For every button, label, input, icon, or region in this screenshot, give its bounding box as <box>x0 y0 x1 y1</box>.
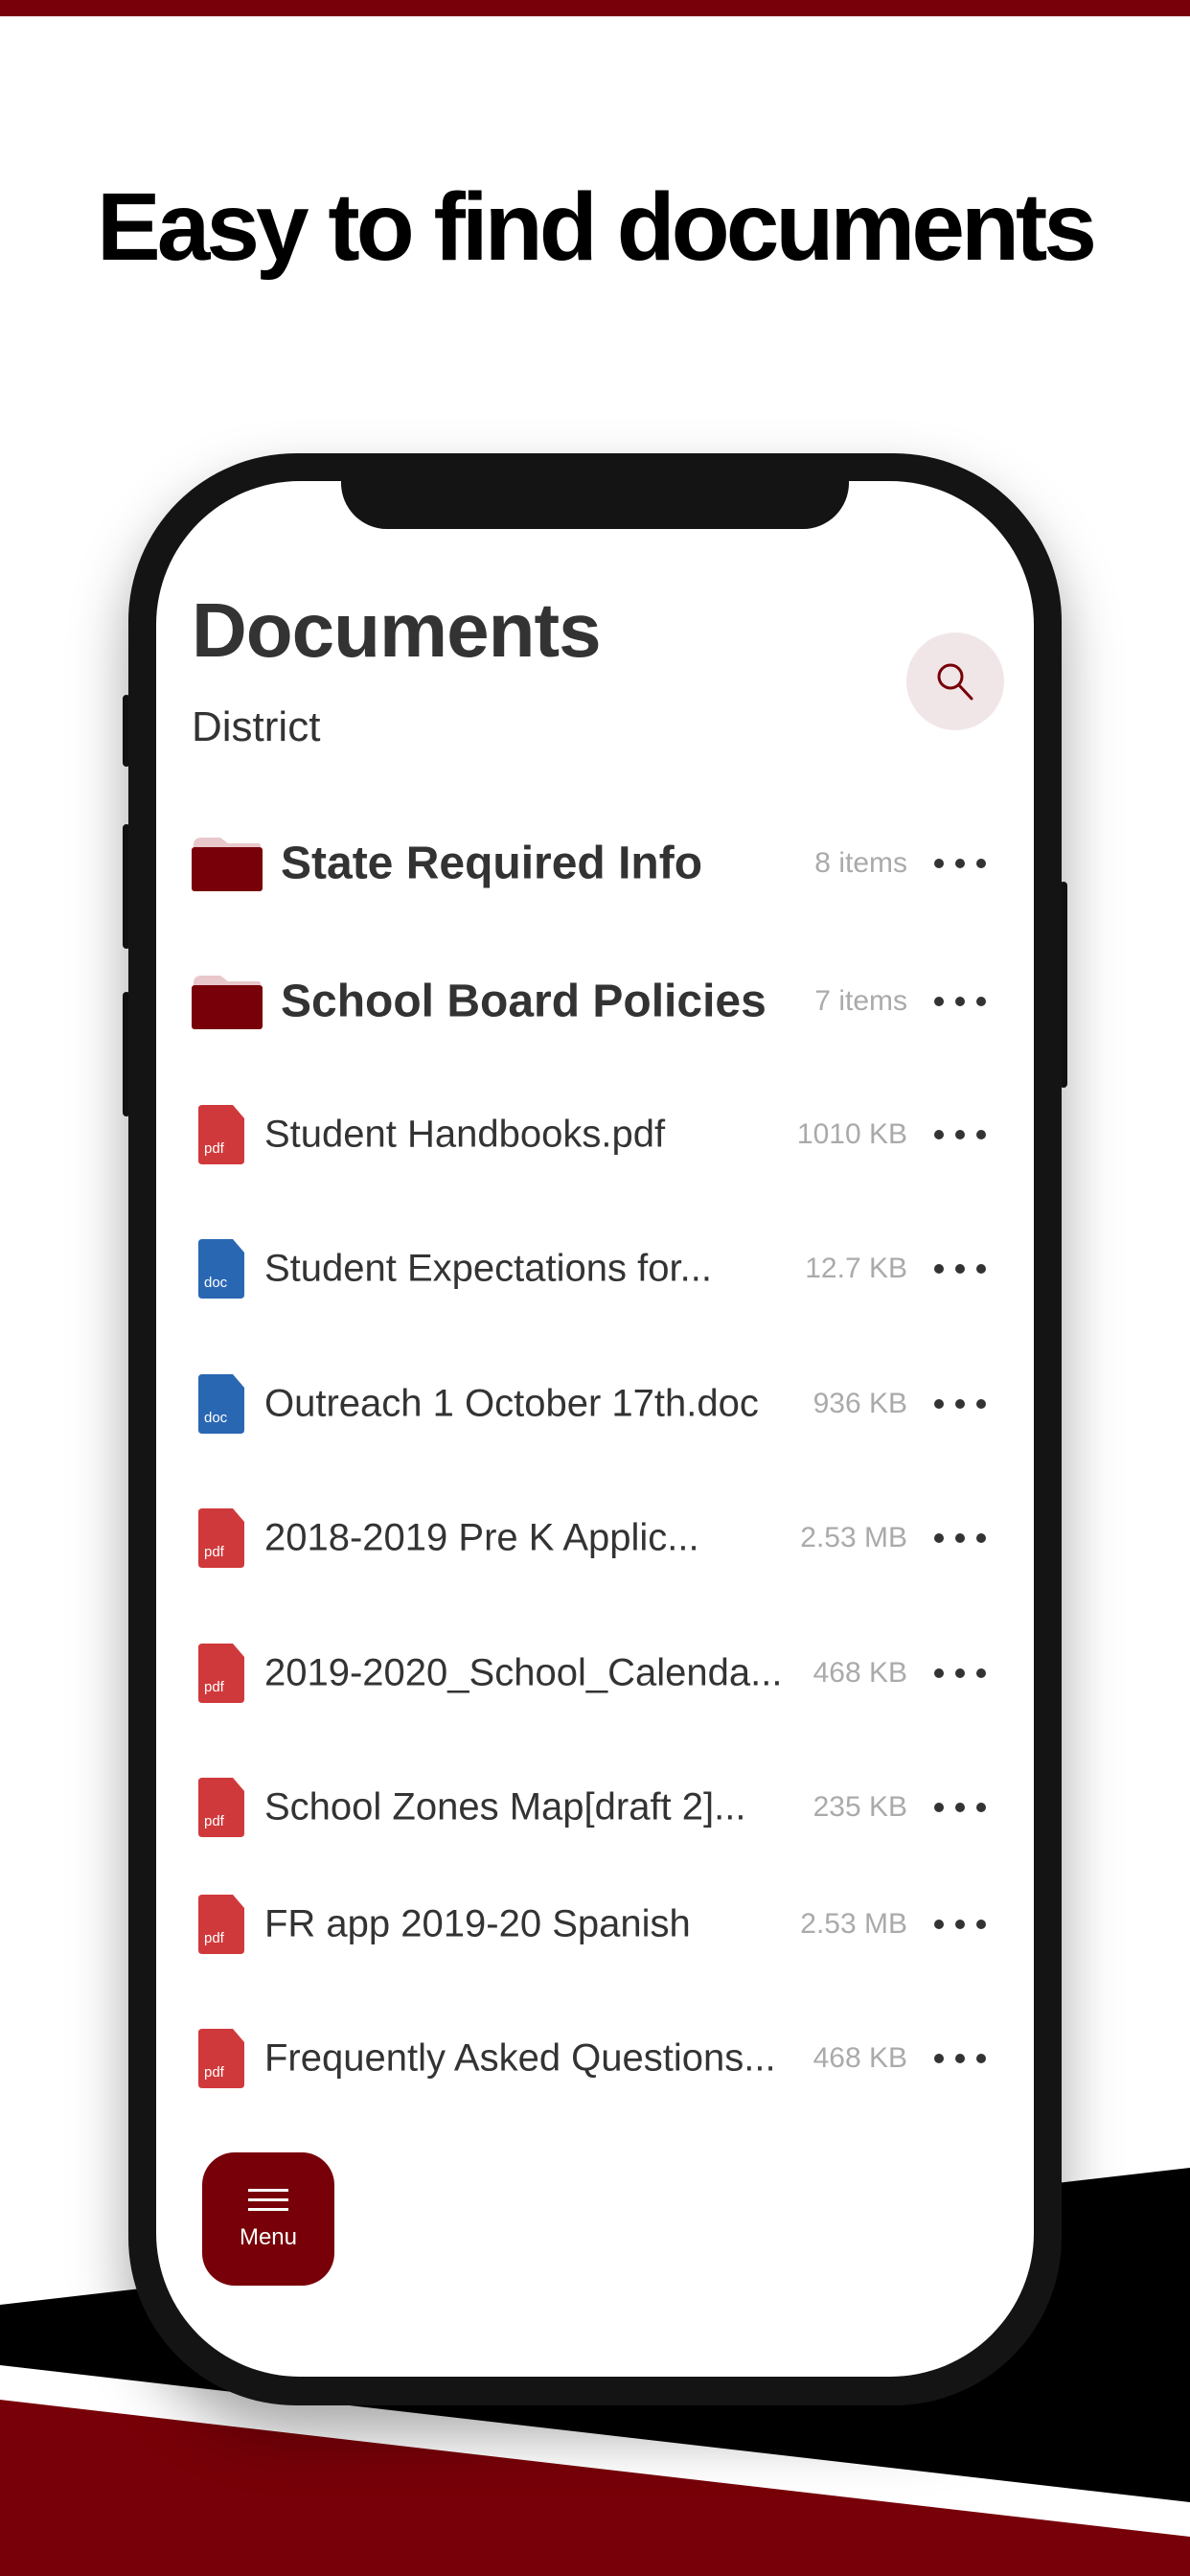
folder-row[interactable]: State Required Info 8 items <box>156 816 1034 911</box>
folder-name: School Board Policies <box>281 976 767 1027</box>
svg-text:pdf: pdf <box>204 1813 225 1829</box>
phone-notch <box>341 481 849 529</box>
file-size: 468 KB <box>812 2042 907 2074</box>
file-row[interactable]: pdf Student Handbooks.pdf 1010 KB <box>156 1087 1034 1183</box>
file-row[interactable]: pdf School Zones Map[draft 2]... 235 KB <box>156 1760 1034 1855</box>
file-name: Outreach 1 October 17th.doc <box>264 1382 759 1425</box>
file-row[interactable]: doc Outreach 1 October 17th.doc 936 KB <box>156 1356 1034 1452</box>
more-options-button[interactable] <box>934 1915 986 1934</box>
file-name: 2019-2020_School_Calenda... <box>264 1651 783 1694</box>
headline: Easy to find documents <box>97 173 1097 281</box>
svg-text:pdf: pdf <box>204 1679 225 1695</box>
more-options-button[interactable] <box>934 1259 986 1278</box>
top-accent-bar <box>0 0 1190 16</box>
hamburger-icon <box>248 2188 288 2211</box>
file-row[interactable]: pdf 2019-2020_School_Calenda... 468 KB <box>156 1625 1034 1721</box>
pdf-file-icon: pdf <box>198 1105 244 1164</box>
folder-icon <box>192 838 263 891</box>
menu-button[interactable]: Menu <box>202 2152 334 2286</box>
file-size: 235 KB <box>812 1791 907 1823</box>
file-row[interactable]: doc Student Expectations for... 12.7 KB <box>156 1221 1034 1317</box>
menu-label: Menu <box>239 2223 298 2250</box>
file-name: School Zones Map[draft 2]... <box>264 1785 746 1828</box>
pdf-file-icon: pdf <box>198 1508 244 1568</box>
more-options-button[interactable] <box>934 1798 986 1817</box>
svg-text:pdf: pdf <box>204 1930 225 1946</box>
file-name: Student Expectations for... <box>264 1247 712 1290</box>
more-options-button[interactable] <box>934 1664 986 1683</box>
svg-text:pdf: pdf <box>204 1140 225 1157</box>
file-row[interactable]: pdf 2018-2019 Pre K Applic... 2.53 MB <box>156 1490 1034 1586</box>
file-size: 12.7 KB <box>805 1253 907 1284</box>
svg-text:doc: doc <box>204 1275 228 1291</box>
folder-item-count: 7 items <box>814 985 907 1017</box>
page-title: Documents <box>192 587 602 673</box>
more-options-button[interactable] <box>934 992 986 1011</box>
file-size: 2.53 MB <box>800 1908 907 1940</box>
file-row[interactable]: pdf FR app 2019-20 Spanish 2.53 MB <box>156 1876 1034 1972</box>
folder-row[interactable]: School Board Policies 7 items <box>156 954 1034 1049</box>
file-size: 468 KB <box>812 1657 907 1689</box>
phone-frame: Documents District State Required Info 8… <box>128 453 1062 2405</box>
folder-item-count: 8 items <box>814 847 907 879</box>
file-name: FR app 2019-20 Spanish <box>264 1902 691 1945</box>
pdf-file-icon: pdf <box>198 1644 244 1703</box>
search-button[interactable] <box>906 632 1004 730</box>
search-icon <box>937 663 973 701</box>
file-size: 936 KB <box>812 1388 907 1419</box>
file-size: 1010 KB <box>796 1118 907 1150</box>
file-name: 2018-2019 Pre K Applic... <box>264 1516 699 1559</box>
file-size: 2.53 MB <box>800 1522 907 1553</box>
svg-text:pdf: pdf <box>204 2064 225 2081</box>
svg-text:pdf: pdf <box>204 1544 225 1560</box>
file-name: Frequently Asked Questions... <box>264 2036 776 2080</box>
page-subtitle: District <box>192 703 321 750</box>
pdf-file-icon: pdf <box>198 2029 244 2088</box>
file-row[interactable]: pdf Frequently Asked Questions... 468 KB <box>156 2011 1034 2106</box>
more-options-button[interactable] <box>934 1529 986 1548</box>
app-screen: Documents District State Required Info 8… <box>156 481 1034 2377</box>
doc-file-icon: doc <box>198 1374 244 1434</box>
pdf-file-icon: pdf <box>198 1895 244 1954</box>
more-options-button[interactable] <box>934 2049 986 2068</box>
doc-file-icon: doc <box>198 1239 244 1299</box>
pdf-file-icon: pdf <box>198 1778 244 1837</box>
more-options-button[interactable] <box>934 854 986 873</box>
folder-icon <box>192 976 263 1029</box>
folder-name: State Required Info <box>281 838 703 889</box>
more-options-button[interactable] <box>934 1394 986 1414</box>
more-options-button[interactable] <box>934 1125 986 1144</box>
file-name: Student Handbooks.pdf <box>264 1113 666 1156</box>
svg-text:doc: doc <box>204 1410 228 1426</box>
